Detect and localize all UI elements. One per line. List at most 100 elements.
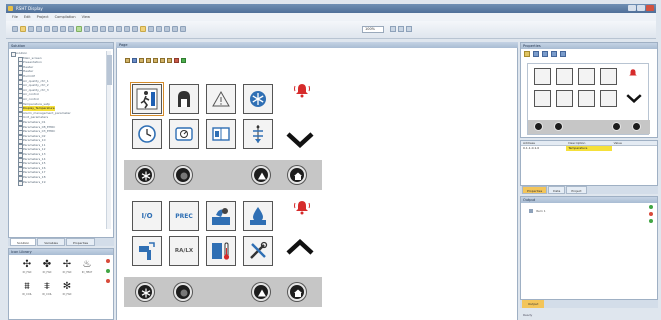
run-icon[interactable] bbox=[76, 26, 82, 32]
align-bottom-icon[interactable] bbox=[124, 26, 130, 32]
tile-clock[interactable] bbox=[132, 119, 162, 149]
tile-alarm-triangle[interactable] bbox=[206, 84, 236, 114]
home-button[interactable] bbox=[288, 166, 306, 184]
zoom-out-icon[interactable] bbox=[398, 26, 404, 32]
ventilation-button[interactable] bbox=[136, 166, 154, 184]
grid-icon[interactable] bbox=[132, 26, 138, 32]
redo-icon[interactable] bbox=[68, 26, 74, 32]
library-heater-icon[interactable]: ♨ ID_HEAT bbox=[77, 259, 97, 281]
save-icon[interactable] bbox=[28, 26, 34, 32]
library-fan-icon[interactable]: ✻ ID_FAN bbox=[57, 281, 77, 303]
tab-solution[interactable]: Solution bbox=[10, 238, 37, 246]
menu-project[interactable]: Project bbox=[37, 15, 49, 19]
tile-occupancy[interactable] bbox=[169, 84, 199, 114]
tile-water[interactable] bbox=[243, 201, 273, 231]
remove-icon[interactable] bbox=[106, 259, 110, 263]
menu-file[interactable]: File bbox=[12, 15, 18, 19]
tile-valve[interactable] bbox=[132, 236, 162, 266]
open-icon[interactable] bbox=[20, 26, 26, 32]
tab-variables[interactable]: Variables bbox=[37, 238, 65, 246]
align-left-icon[interactable] bbox=[92, 26, 98, 32]
align-right-icon[interactable] bbox=[108, 26, 114, 32]
tab-properties-right[interactable]: Properties bbox=[522, 186, 548, 194]
home-button[interactable] bbox=[288, 283, 306, 301]
undo-icon[interactable] bbox=[60, 26, 66, 32]
tile-fan[interactable] bbox=[169, 119, 199, 149]
compile-icon[interactable] bbox=[84, 26, 90, 32]
library-coil-icon[interactable]: ⩩ ID_COIL bbox=[17, 281, 37, 303]
rect-tool-icon[interactable] bbox=[160, 58, 165, 63]
chevron-up-icon[interactable] bbox=[286, 238, 314, 256]
filter-icon[interactable] bbox=[551, 51, 557, 57]
tile-snowflake[interactable] bbox=[243, 84, 273, 114]
menu-view[interactable]: View bbox=[82, 15, 90, 19]
cell-value[interactable]: Temperature bbox=[566, 146, 612, 151]
tab-project[interactable]: Project bbox=[566, 186, 587, 194]
fit-icon[interactable] bbox=[406, 26, 412, 32]
zoom-select[interactable]: 100% bbox=[362, 26, 384, 33]
library-fan-icon[interactable]: ✢ ID_FAN bbox=[57, 259, 77, 281]
ventilation-button[interactable] bbox=[136, 283, 154, 301]
align-top-icon[interactable] bbox=[116, 26, 122, 32]
text-icon[interactable] bbox=[148, 26, 154, 32]
line-tool-icon[interactable] bbox=[153, 58, 158, 63]
tab-data[interactable]: Data bbox=[548, 186, 566, 194]
gauge-icon[interactable] bbox=[172, 26, 178, 32]
tile-io[interactable]: I/O bbox=[132, 201, 162, 231]
shape-tool-icon[interactable] bbox=[146, 58, 151, 63]
alarm-tool-icon[interactable] bbox=[174, 58, 179, 63]
tile-thermometer[interactable] bbox=[206, 236, 236, 266]
chevron-down-icon[interactable] bbox=[286, 132, 314, 149]
tab-properties[interactable]: Properties bbox=[65, 238, 96, 246]
menu-compilation[interactable]: Compilation bbox=[55, 15, 76, 19]
tile-boiler[interactable] bbox=[206, 119, 236, 149]
mini-preview[interactable] bbox=[527, 63, 650, 135]
zoom-in-icon[interactable] bbox=[390, 26, 396, 32]
close-button[interactable] bbox=[646, 5, 654, 11]
table-row[interactable]: 0.1.1.0.1.0 Temperature bbox=[521, 146, 657, 151]
output-line[interactable]: Item 1 bbox=[529, 209, 546, 213]
folder-icon[interactable] bbox=[524, 51, 530, 57]
remove-icon[interactable] bbox=[106, 279, 110, 283]
add-icon[interactable] bbox=[106, 269, 110, 273]
button-tool-icon[interactable] bbox=[167, 58, 172, 63]
refresh-icon[interactable] bbox=[533, 51, 539, 57]
image-tool-icon[interactable] bbox=[139, 58, 144, 63]
up-button[interactable] bbox=[252, 283, 270, 301]
cut-icon[interactable] bbox=[36, 26, 42, 32]
alarm-bell-icon[interactable] bbox=[294, 82, 310, 99]
paste-icon[interactable] bbox=[52, 26, 58, 32]
library-fan-icon[interactable]: ✣ ID_FAN bbox=[17, 259, 37, 281]
alarm-bell-icon[interactable] bbox=[294, 199, 310, 216]
pointer-icon[interactable] bbox=[125, 58, 130, 63]
copy-icon[interactable] bbox=[44, 26, 50, 32]
tab-output[interactable]: Output bbox=[522, 300, 545, 308]
tile-emergency-exit[interactable] bbox=[130, 82, 164, 116]
record-button[interactable] bbox=[174, 166, 192, 184]
menu-edit[interactable]: Edit bbox=[24, 15, 31, 19]
tree-scrollbar[interactable] bbox=[106, 51, 112, 229]
bar-icon[interactable] bbox=[164, 26, 170, 32]
align-center-icon[interactable] bbox=[100, 26, 106, 32]
led-tool-icon[interactable] bbox=[181, 58, 186, 63]
library-fan-icon[interactable]: ✤ ID_FAN bbox=[37, 259, 57, 281]
up-button[interactable] bbox=[252, 166, 270, 184]
tree-scrollbar-thumb[interactable] bbox=[107, 55, 112, 85]
tile-heat-exchanger[interactable] bbox=[243, 119, 273, 149]
button-icon[interactable] bbox=[156, 26, 162, 32]
tile-fan-coil[interactable] bbox=[206, 201, 236, 231]
new-icon[interactable] bbox=[12, 26, 18, 32]
tile-prec[interactable]: PREC bbox=[169, 201, 199, 231]
image-icon[interactable] bbox=[140, 26, 146, 32]
library-coil-icon[interactable]: ⩨ ID_COIL bbox=[37, 281, 57, 303]
tile-tools[interactable] bbox=[243, 236, 273, 266]
tile-ralx[interactable]: RA/LX bbox=[169, 236, 199, 266]
minimize-button[interactable] bbox=[628, 5, 636, 11]
sort-icon[interactable] bbox=[542, 51, 548, 57]
record-button[interactable] bbox=[174, 283, 192, 301]
zoom-icon[interactable] bbox=[560, 51, 566, 57]
maximize-button[interactable] bbox=[637, 5, 645, 11]
text-tool-icon[interactable] bbox=[132, 58, 137, 63]
list-icon[interactable] bbox=[180, 26, 186, 32]
tree-item[interactable]: Parameters_19 bbox=[11, 180, 105, 186]
